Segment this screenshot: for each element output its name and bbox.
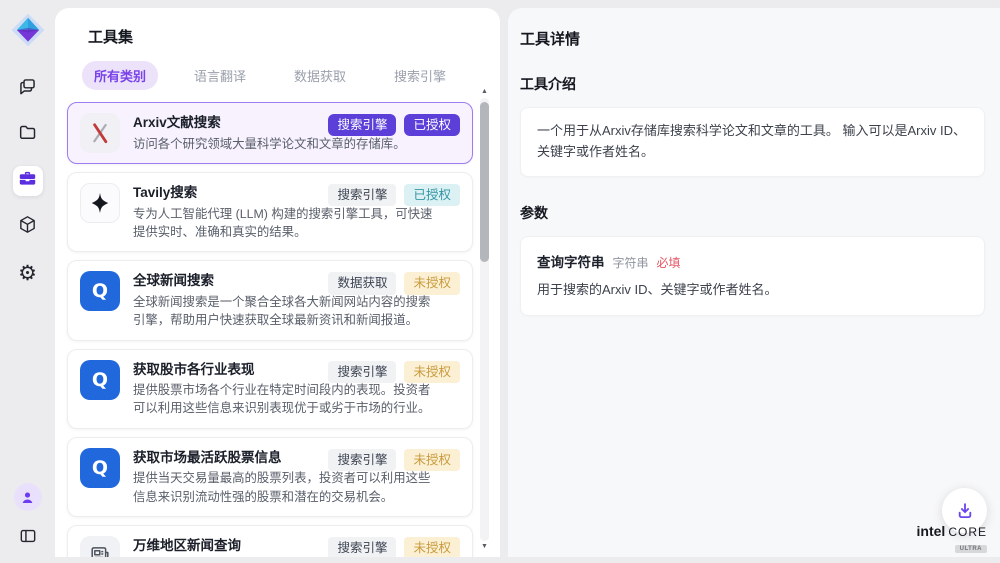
tool-detail-panel: 工具详情 工具介绍 一个用于从Arxiv存储库搜索科学论文和文章的工具。 输入可… xyxy=(508,8,1000,557)
param-type: 字符串 xyxy=(613,254,649,271)
tool-category-badge: 搜索引擎 xyxy=(328,184,396,206)
scrollbar-thumb[interactable] xyxy=(480,102,489,262)
brand-badge: ULTRA xyxy=(955,545,987,553)
newspaper-icon xyxy=(80,536,120,557)
sidebar-item-files[interactable] xyxy=(13,120,43,150)
sidebar-item-settings[interactable]: ⚙ xyxy=(13,258,43,288)
param-card: 查询字符串 字符串 必填 用于搜索的Arxiv ID、关键字或作者姓名。 xyxy=(520,236,985,317)
user-avatar[interactable] xyxy=(14,483,42,511)
tool-status-badge: 未授权 xyxy=(404,537,460,557)
settings-icon: ⚙ xyxy=(18,263,37,284)
tool-badges: 搜索引擎 未授权 xyxy=(328,537,460,557)
brand-series: CORE xyxy=(948,526,987,538)
tool-card[interactable]: Arxiv文献搜索 访问各个研究领域大量科学论文和文章的存储库。 搜索引擎 已授… xyxy=(67,102,473,164)
tool-card[interactable]: Tavily搜索 专为人工智能代理 (LLM) 构建的搜索引擎工具，可快速提供实… xyxy=(67,172,473,252)
package-icon xyxy=(17,214,38,240)
tool-card[interactable]: Q 获取股市各行业表现 提供股票市场各个行业在特定时间段内的表现。投资者可以利用… xyxy=(67,349,473,429)
category-tab-label: 搜索引擎 xyxy=(394,69,446,84)
tool-description: 访问各个研究领域大量科学论文和文章的存储库。 xyxy=(133,135,433,153)
intro-text: 一个用于从Arxiv存储库搜索科学论文和文章的工具。 输入可以是Arxiv ID… xyxy=(537,123,966,159)
q-news-icon: Q xyxy=(80,360,120,400)
tool-badges: 搜索引擎 未授权 xyxy=(328,449,460,471)
tool-description: 专为人工智能代理 (LLM) 构建的搜索引擎工具，可快速提供实时、准确和真实的结… xyxy=(133,205,433,242)
arxiv-icon xyxy=(80,113,120,153)
tool-badges: 数据获取 未授权 xyxy=(328,272,460,294)
panel-toggle-icon xyxy=(18,526,38,546)
sidebar-item-tools[interactable] xyxy=(13,166,43,196)
params-heading: 参数 xyxy=(520,203,985,223)
tool-status-badge: 已授权 xyxy=(404,114,460,136)
q-news-icon: Q xyxy=(80,271,120,311)
list-scrollbar: ▲ ▼ xyxy=(480,88,489,551)
param-required-badge: 必填 xyxy=(657,254,681,271)
category-tab[interactable]: 搜索引擎 xyxy=(382,61,458,90)
category-tab-label: 语言翻译 xyxy=(194,69,246,84)
folder-icon xyxy=(17,122,38,148)
app-logo-icon xyxy=(10,12,46,48)
tool-category-badge: 数据获取 xyxy=(328,272,396,294)
tool-category-badge: 搜索引擎 xyxy=(328,449,396,471)
app-window: ⚙ 工具集 所有类别 语言翻译 数据获取 搜索引擎 xyxy=(0,0,1000,563)
tool-category-badge: 搜索引擎 xyxy=(328,537,396,557)
category-tab-label: 数据获取 xyxy=(294,69,346,84)
q-news-icon: Q xyxy=(80,448,120,488)
category-tab[interactable]: 所有类别 xyxy=(82,61,158,90)
param-head: 查询字符串 字符串 必填 xyxy=(537,251,968,271)
param-name: 查询字符串 xyxy=(537,251,605,271)
sidebar-item-chat[interactable] xyxy=(13,74,43,104)
tool-status-badge: 未授权 xyxy=(404,361,460,383)
tool-description: 全球新闻搜索是一个聚合全球各大新闻网站内容的搜索引擎，帮助用户快速获取全球最新资… xyxy=(133,293,433,330)
download-icon xyxy=(954,500,976,522)
tool-badges: 搜索引擎 已授权 xyxy=(328,184,460,206)
brand-name: intel xyxy=(917,524,946,538)
brand-logo: intel CORE ULTRA xyxy=(917,524,987,554)
sidebar-item-packages[interactable] xyxy=(13,212,43,242)
intro-heading: 工具介绍 xyxy=(520,74,985,94)
tool-badges: 搜索引擎 未授权 xyxy=(328,361,460,383)
tool-category-badge: 搜索引擎 xyxy=(328,114,396,136)
tool-badges: 搜索引擎 已授权 xyxy=(328,114,460,136)
main-content: 工具集 所有类别 语言翻译 数据获取 搜索引擎 Arxiv文献搜索 访问各个研究… xyxy=(55,0,1000,563)
category-tabs: 所有类别 语言翻译 数据获取 搜索引擎 xyxy=(82,61,500,90)
person-icon xyxy=(19,489,36,506)
tool-card[interactable]: Q 获取市场最活跃股票信息 提供当天交易量最高的股票列表，投资者可以利用这些信息… xyxy=(67,437,473,517)
tool-card[interactable]: 万维地区新闻查询 查询具体行政区划内的新闻，快速了解各地新闻动 搜索引擎 未授权 xyxy=(67,525,473,557)
category-tab[interactable]: 语言翻译 xyxy=(182,61,258,90)
chat-icon xyxy=(17,76,38,102)
intro-card: 一个用于从Arxiv存储库搜索科学论文和文章的工具。 输入可以是Arxiv ID… xyxy=(520,107,985,177)
toolset-title: 工具集 xyxy=(88,26,500,47)
category-tab-label: 所有类别 xyxy=(94,69,146,84)
tool-category-badge: 搜索引擎 xyxy=(328,361,396,383)
detail-title: 工具详情 xyxy=(520,28,985,49)
tool-description: 提供股票市场各个行业在特定时间段内的表现。投资者可以利用这些信息来识别表现优于或… xyxy=(133,381,433,418)
tool-status-badge: 未授权 xyxy=(404,449,460,471)
tool-description: 提供当天交易量最高的股票列表，投资者可以利用这些信息来识别流动性强的股票和潜在的… xyxy=(133,469,433,506)
scrollbar-down-arrow[interactable]: ▼ xyxy=(480,543,489,551)
toolbox-icon xyxy=(17,168,38,194)
tool-status-badge: 已授权 xyxy=(404,184,460,206)
panel-toggle-button[interactable] xyxy=(15,523,41,549)
tool-list: Arxiv文献搜索 访问各个研究领域大量科学论文和文章的存储库。 搜索引擎 已授… xyxy=(67,102,473,557)
tool-status-badge: 未授权 xyxy=(404,272,460,294)
sparkle-icon xyxy=(80,183,120,223)
category-tab[interactable]: 数据获取 xyxy=(282,61,358,90)
tool-card[interactable]: Q 全球新闻搜索 全球新闻搜索是一个聚合全球各大新闻网站内容的搜索引擎，帮助用户… xyxy=(67,260,473,340)
param-description: 用于搜索的Arxiv ID、关键字或作者姓名。 xyxy=(537,280,968,300)
scrollbar-up-arrow[interactable]: ▲ xyxy=(480,88,489,96)
toolset-panel: 工具集 所有类别 语言翻译 数据获取 搜索引擎 Arxiv文献搜索 访问各个研究… xyxy=(55,8,500,557)
left-rail: ⚙ xyxy=(0,0,55,563)
